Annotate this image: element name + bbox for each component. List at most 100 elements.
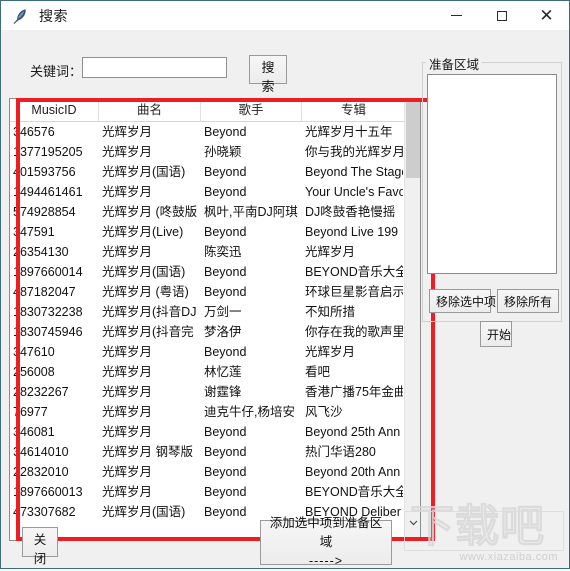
table-row[interactable]: 34614010 光辉岁月 钢琴版 Beyond 热门华语280 (10, 442, 420, 462)
watermark-frame (404, 511, 564, 551)
title-bar: 搜索 ✕ (1, 1, 569, 30)
column-header-artist[interactable]: 歌手 (201, 99, 302, 121)
search-dialog-window: 搜索 ✕ 关键词： 搜索 MusicID 曲名 歌手 专辑 346576 光辉岁月… (0, 0, 570, 569)
cell-musicid: 1897660013 (13, 485, 83, 499)
cell-artist: Beyond (204, 265, 247, 279)
remove-all-button[interactable]: 移除所有 (497, 289, 559, 313)
prep-area-list[interactable] (427, 74, 557, 274)
table-row[interactable]: 574928854 光辉岁月 (咚鼓版 枫叶,平南DJ阿琪 DJ咚鼓香艳慢摇 (10, 202, 420, 222)
cell-album: 不知所措 (305, 305, 356, 319)
cell-artist: Beyond (204, 425, 247, 439)
table-row[interactable]: 347610 光辉岁月 Beyond 光辉岁月 (10, 342, 420, 362)
cell-album: Beyond 20th Ann (305, 465, 401, 479)
cell-song: 光辉岁月(国语) (102, 505, 186, 519)
table-row[interactable]: 28232267 光辉岁月 谢霆锋 香港广播75年金曲 (10, 382, 420, 402)
table-row[interactable]: 76977 光辉岁月 迪克牛仔,杨培安 风飞沙 (10, 402, 420, 422)
column-header-album[interactable]: 专辑 (302, 99, 405, 121)
dialog-client-area: 关键词： 搜索 MusicID 曲名 歌手 专辑 346576 光辉岁月 Beyon… (2, 30, 568, 568)
cell-album: 光辉岁月 (305, 345, 356, 359)
table-row[interactable]: 401593756 光辉岁月(国语) Beyond Beyond The Stage (10, 162, 420, 182)
cell-album: Beyond The Stage (305, 165, 403, 179)
cell-album: 你存在我的歌声里 (305, 325, 403, 339)
scrollbar-thumb[interactable] (406, 100, 420, 178)
cell-song: 光辉岁月 钢琴版 (102, 445, 193, 459)
cell-song: 光辉岁月(抖音完 (102, 325, 194, 339)
cell-song: 光辉岁月 (102, 405, 153, 419)
table-row[interactable]: 1897660014 光辉岁月(国语) Beyond BEYOND音乐大全 (10, 262, 420, 282)
table-row[interactable]: 1494461461 光辉岁月 Beyond Your Uncle's Favo (10, 182, 420, 202)
cell-musicid: 346081 (13, 425, 55, 439)
cell-musicid: 1494461461 (13, 185, 83, 199)
cell-artist: Beyond (204, 125, 247, 139)
cell-musicid: 76977 (13, 405, 48, 419)
add-selected-to-prep-button[interactable]: 添加选中项到准备区域 -----> (260, 516, 392, 568)
table-row[interactable]: 346081 光辉岁月 Beyond Beyond 25th Ann (10, 422, 420, 442)
table-row[interactable]: 256008 光辉岁月 林忆莲 看吧 (10, 362, 420, 382)
grid-vertical-scrollbar[interactable] (404, 99, 420, 540)
cell-album: 风飞沙 (305, 405, 343, 419)
cell-album: Your Uncle's Favo (305, 185, 403, 199)
maximize-icon[interactable] (479, 1, 524, 30)
cell-song: 光辉岁月 (102, 345, 153, 359)
cell-musicid: 401593756 (13, 165, 76, 179)
column-header-musicid[interactable]: MusicID (10, 99, 99, 121)
table-row[interactable]: 1830745946 光辉岁月(抖音完 梦洛伊 你存在我的歌声里 (10, 322, 420, 342)
table-row[interactable]: 22832010 光辉岁月 Beyond Beyond 20th Ann (10, 462, 420, 482)
cell-artist: Beyond (204, 225, 247, 239)
add-selected-arrow: -----> (308, 553, 344, 568)
cell-album: 看吧 (305, 365, 331, 379)
cell-artist: 枫叶,平南DJ阿琪 (204, 205, 298, 219)
cell-song: 光辉岁月 (102, 485, 153, 499)
prep-area-title: 准备区域 (426, 54, 483, 73)
cell-musicid: 487182047 (13, 285, 76, 299)
cell-artist: 孙晓颖 (204, 145, 242, 159)
cell-artist: Beyond (204, 485, 247, 499)
cell-song: 光辉岁月(国语) (102, 165, 186, 179)
table-row[interactable]: 347591 光辉岁月(Live) Beyond Beyond Live 199 (10, 222, 420, 242)
cell-song: 光辉岁月 (102, 185, 153, 199)
window-title: 搜索 (39, 7, 68, 24)
cell-album: 光辉岁月十五年 (305, 125, 393, 139)
cell-song: 光辉岁月(Live) (102, 225, 184, 239)
table-row[interactable]: 26354130 光辉岁月 陈奕迅 光辉岁月 (10, 242, 420, 262)
cell-song: 光辉岁月(国语) (102, 265, 186, 279)
search-button[interactable]: 搜索 (249, 55, 287, 94)
cell-artist: 陈奕迅 (204, 245, 242, 259)
cell-album: 环球巨星影音启示 (305, 285, 403, 299)
table-row[interactable]: 1377195205 光辉岁月 孙晓颖 你与我的光辉岁月 (10, 142, 420, 162)
search-results-grid[interactable]: MusicID 曲名 歌手 专辑 346576 光辉岁月 Beyond 光辉岁月十五年… (9, 98, 421, 541)
cell-song: 光辉岁月 (102, 425, 153, 439)
table-row[interactable]: 1830732238 光辉岁月(抖音DJ 万剑一 不知所措 (10, 302, 420, 322)
cell-album: DJ咚鼓香艳慢摇 (305, 205, 396, 219)
column-header-song[interactable]: 曲名 (99, 99, 201, 121)
chevron-down-icon[interactable] (405, 514, 420, 531)
cell-artist: Beyond (204, 285, 247, 299)
close-button[interactable]: 关闭 (22, 527, 58, 566)
feather-icon (9, 5, 31, 27)
cell-musicid: 28232267 (13, 385, 69, 399)
cell-musicid: 1897660014 (13, 265, 83, 279)
close-icon[interactable]: ✕ (524, 1, 569, 30)
cell-musicid: 473307682 (13, 505, 76, 519)
remove-selected-button[interactable]: 移除选中项 (429, 289, 496, 313)
cell-musicid: 34614010 (13, 445, 69, 459)
minimize-icon[interactable] (434, 1, 479, 30)
cell-artist: Beyond (204, 345, 247, 359)
keyword-label: 关键词： (30, 64, 83, 79)
search-input[interactable] (82, 57, 227, 78)
cell-artist: 梦洛伊 (204, 325, 242, 339)
cell-song: 光辉岁月 (102, 385, 153, 399)
cell-musicid: 26354130 (13, 245, 69, 259)
table-row[interactable]: 1897660013 光辉岁月 Beyond BEYOND音乐大全 (10, 482, 420, 502)
cell-artist: Beyond (204, 165, 247, 179)
start-button[interactable]: 开始 (480, 321, 512, 347)
cell-musicid: 347591 (13, 225, 55, 239)
cell-musicid: 347610 (13, 345, 55, 359)
grid-body[interactable]: 346576 光辉岁月 Beyond 光辉岁月十五年 1377195205 光辉岁月 孙晓颖… (10, 122, 420, 540)
cell-song: 光辉岁月 (102, 145, 153, 159)
table-row[interactable]: 487182047 光辉岁月 (粤语) Beyond 环球巨星影音启示 (10, 282, 420, 302)
cell-song: 光辉岁月 (102, 245, 153, 259)
watermark-url: www.xiazaiba.com (459, 551, 558, 563)
cell-song: 光辉岁月(抖音DJ (102, 305, 197, 319)
table-row[interactable]: 346576 光辉岁月 Beyond 光辉岁月十五年 (10, 122, 420, 142)
